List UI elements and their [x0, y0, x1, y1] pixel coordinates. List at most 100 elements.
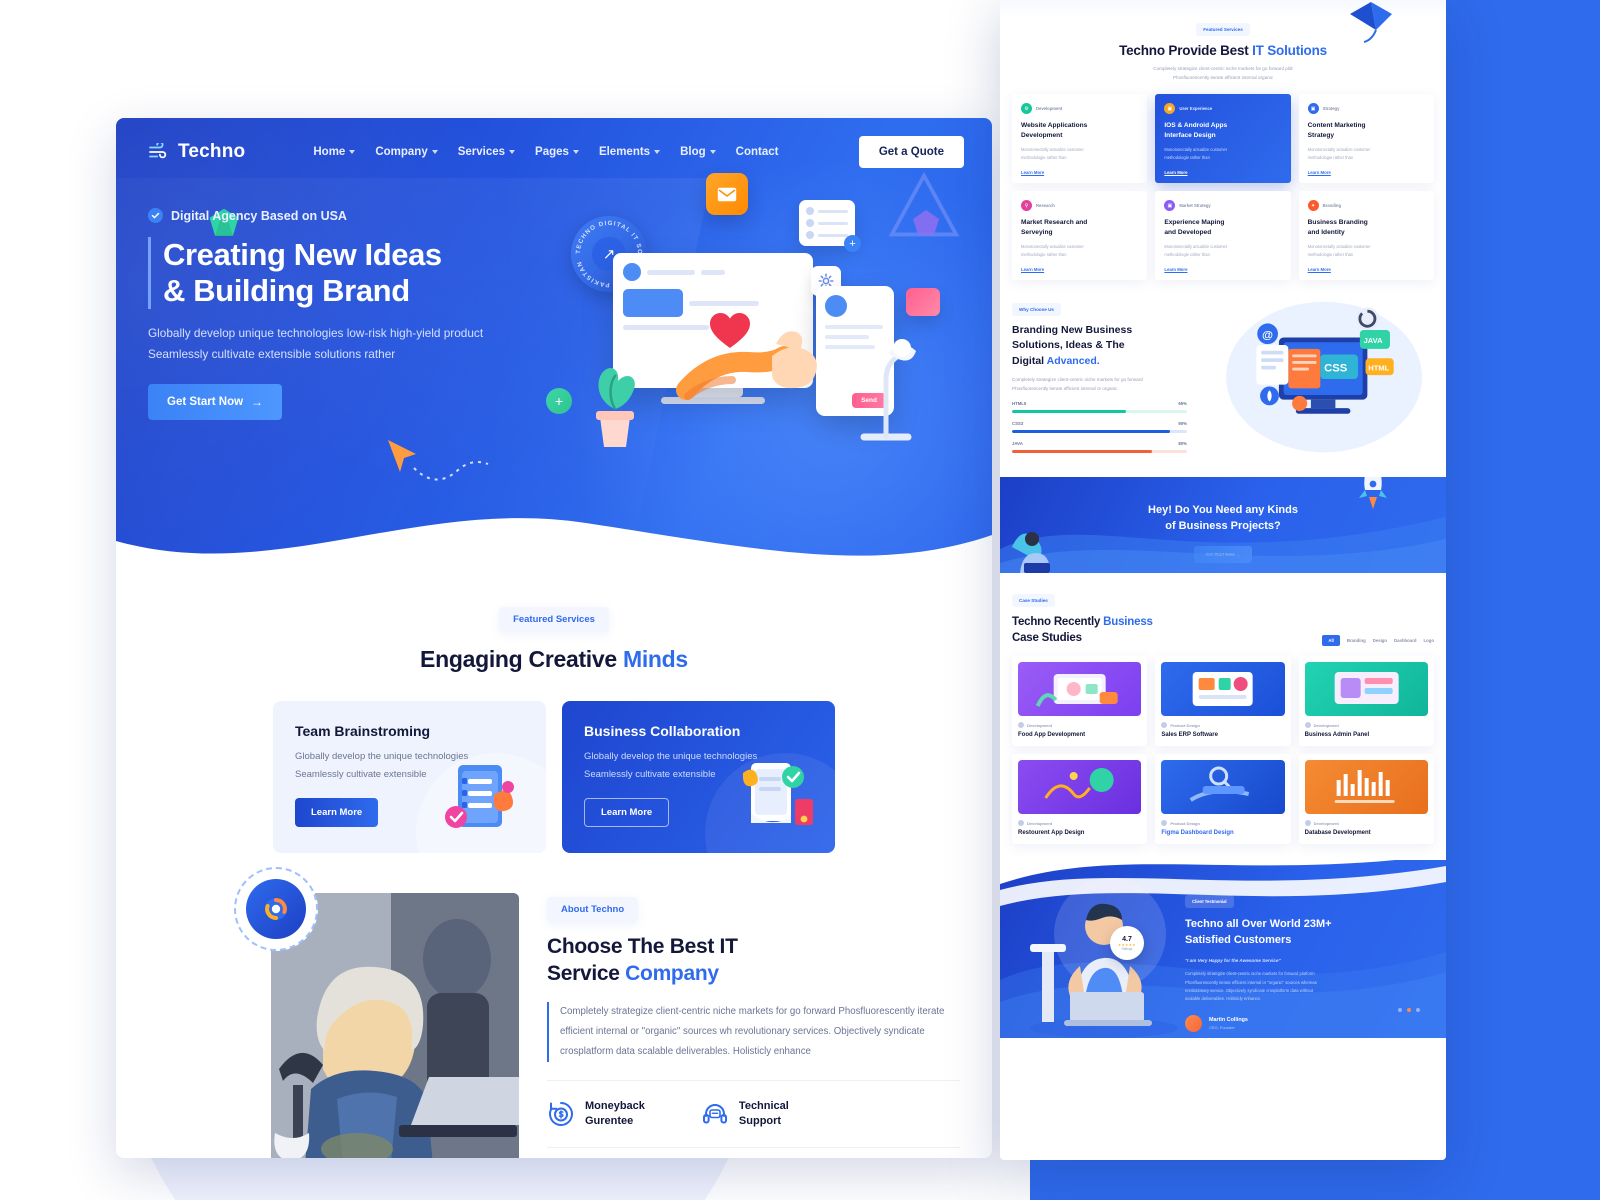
card-chip: ⚲ Research [1021, 200, 1138, 212]
svg-text:@: @ [1262, 330, 1273, 342]
title-line1: Content Marketing [1307, 122, 1366, 130]
carousel-dot[interactable] [1398, 1008, 1402, 1013]
filter-design[interactable]: Design [1373, 638, 1387, 643]
database-art [1334, 770, 1395, 804]
featured-services-section: Featured Services Engaging Creative Mind… [116, 573, 992, 854]
skill-bar-html5: HTML5 65% [1012, 401, 1187, 414]
nav-label: Services [457, 146, 506, 158]
it-solutions-section: Featured Services Techno Provide Best IT… [1000, 18, 1446, 281]
case-card-sales-erp[interactable]: Product Design Sales ERP Software [1155, 656, 1291, 747]
arrow-right-icon: → [251, 395, 264, 410]
title-line1: Website Applications [1021, 122, 1088, 130]
case-studies-grid: Development Food App Development Product… [1000, 656, 1446, 845]
nav-item-blog[interactable]: Blog [680, 146, 716, 158]
nav-label: Elements [598, 146, 651, 158]
author-name: Martin Collings [1209, 1016, 1248, 1023]
it-card-ios-android-apps[interactable]: ▣ User Experience IOS & Android Apps Inter… [1155, 94, 1291, 184]
nav-item-company[interactable]: Company [375, 146, 438, 158]
case-title[interactable]: Restourent App Design [1018, 830, 1141, 836]
learn-more-button[interactable]: Learn More [295, 798, 379, 828]
get-start-now-button[interactable]: Get Start Now → [148, 384, 283, 421]
it-card-market-research[interactable]: ⚲ Research Market Research and Serveying M… [1012, 191, 1148, 281]
learn-more-link[interactable]: Learn More [1308, 267, 1425, 272]
case-card-database-development[interactable]: Development Database Development [1298, 754, 1434, 845]
it-card-experience-mapping[interactable]: ▣ Market Strategy Experience Maping and De… [1155, 191, 1291, 281]
it-card-website-applications[interactable]: ⚙ Development Website Applications Develop… [1012, 94, 1148, 184]
nav-item-services[interactable]: Services [457, 146, 516, 158]
case-studies-filters: All Branding Design Dashboard Logo [1322, 635, 1435, 647]
card-chip: ✦ Branding [1307, 200, 1425, 212]
feature-label: Moneyback Gurentee [585, 1099, 645, 1130]
desk-lamp-illustration [860, 339, 916, 441]
rating-value: 4.7 [1122, 935, 1132, 943]
case-title[interactable]: Business Admin Panel [1305, 732, 1428, 738]
nav-item-elements[interactable]: Elements [598, 146, 661, 158]
filter-logo[interactable]: Logo [1424, 638, 1435, 643]
it-card-business-branding[interactable]: ✦ Branding Business Branding and Identity … [1298, 191, 1434, 281]
skill-bar-java: JAVA 80% [1012, 441, 1187, 454]
hero-title: Creating New Ideas & Building Brand [148, 237, 546, 309]
testimonial-carousel-dots[interactable] [1398, 1008, 1420, 1013]
skill-label: CSS3 [1012, 421, 1024, 427]
carousel-dot-active[interactable] [1407, 1008, 1411, 1013]
case-title[interactable]: Food App Development [1018, 732, 1141, 738]
skill-value: 90% [1178, 421, 1187, 427]
chevron-down-icon [431, 150, 438, 154]
top-navbar: Techno Home Company Services Pages Eleme… [116, 118, 992, 168]
testimonial-text: Completely strategize client-centric nic… [1185, 970, 1428, 1004]
learn-more-link[interactable]: Learn More [1021, 267, 1138, 272]
chevron-down-icon [654, 150, 661, 154]
service-card-business-collaboration[interactable]: Business Collaboration Globally develop … [562, 701, 835, 854]
case-card-business-admin[interactable]: Development Business Admin Panel [1298, 656, 1434, 747]
learn-more-link[interactable]: Learn More [1308, 170, 1425, 175]
title-line2: Strategy [1307, 132, 1335, 140]
text-line2: Phosfluorescently iterate efficient inte… [1012, 386, 1118, 392]
text-line [818, 209, 848, 213]
category-dot-icon [1018, 820, 1024, 827]
title-line1: Branding New Business [1012, 324, 1133, 337]
learn-more-link[interactable]: Learn More [1164, 267, 1281, 272]
case-title[interactable]: Figma Dashboard Design [1161, 830, 1284, 836]
service-card-title: Business Collaboration [584, 723, 741, 739]
contact-row [806, 219, 848, 227]
contact-row [806, 207, 848, 215]
title-line2: and Developed [1164, 229, 1212, 237]
skill-bar-css3: CSS3 90% [1012, 421, 1187, 434]
panel [623, 289, 683, 317]
text-line3: revolutionary service. Objectively syndi… [1185, 988, 1314, 994]
filter-dashboard[interactable]: Dashboard [1394, 638, 1416, 643]
avatar [623, 263, 641, 281]
case-title[interactable]: Database Development [1305, 830, 1428, 836]
learn-more-link[interactable]: Learn More [1021, 170, 1138, 175]
nav-item-pages[interactable]: Pages [535, 146, 579, 158]
get-a-quote-button[interactable]: Get a Quote [858, 136, 964, 168]
nav-item-home[interactable]: Home [313, 146, 356, 158]
avatar [825, 295, 847, 317]
text-line2: methodologie rather than [1021, 154, 1067, 160]
filter-branding[interactable]: Branding [1347, 638, 1366, 643]
potted-plant-illustration [596, 367, 635, 447]
case-chip: Development [1018, 820, 1141, 827]
strategy-icon: ▣ [1307, 103, 1319, 115]
nav-item-contact[interactable]: Contact [736, 146, 779, 158]
brand-logo[interactable]: Techno [148, 141, 245, 163]
title-line3-accent: Advanced. [1046, 354, 1100, 367]
case-card-food-app[interactable]: Development Food App Development [1012, 656, 1148, 747]
case-thumbnail [1018, 760, 1142, 815]
learn-more-button[interactable]: Learn More [584, 798, 670, 828]
mail-icon [717, 187, 737, 201]
title-line2: Serveying [1021, 229, 1053, 237]
filter-all[interactable]: All [1322, 635, 1340, 647]
case-card-restaurant-app[interactable]: Development Restourent App Design [1012, 754, 1148, 845]
learn-more-link[interactable]: Learn More [1164, 170, 1281, 175]
hero-sub-line1: Globally develop unique technologies low… [148, 325, 484, 340]
mail-tile [706, 173, 748, 215]
case-card-figma-dashboard[interactable]: Product Design Figma Dashboard Design [1155, 754, 1291, 845]
testimonial-section: 4.7 ★★★★★ Ratings Client Testmonial Tech… [1000, 860, 1446, 1039]
carousel-dot[interactable] [1416, 1008, 1420, 1013]
service-card-team-brainstorming[interactable]: Team Brainstroming Globally develop the … [273, 701, 546, 854]
it-card-content-marketing[interactable]: ▣ Strategy Content Marketing Strategy Mono… [1298, 94, 1434, 184]
card-text: Monotonectally actualize customer methodo… [1308, 243, 1425, 258]
case-studies-header: Case Studies Techno Recently Business Ca… [1000, 573, 1446, 647]
case-title[interactable]: Sales ERP Software [1161, 732, 1284, 738]
